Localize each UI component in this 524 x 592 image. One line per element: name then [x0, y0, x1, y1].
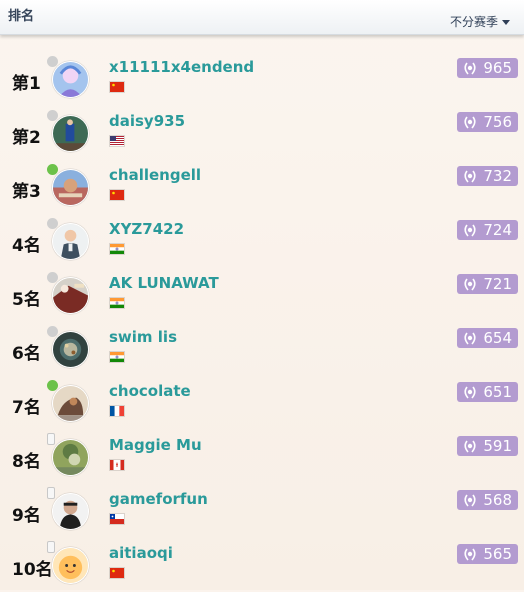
- rank-label: 第1: [12, 74, 41, 94]
- score-value: 732: [483, 167, 512, 185]
- player-name[interactable]: XYZ7422: [109, 220, 184, 238]
- score-value: 654: [483, 329, 512, 347]
- season-dropdown-label: 不分赛季: [449, 15, 498, 29]
- leaderboard-row: 9名 gameforfun 568: [0, 484, 524, 538]
- rank-label: 第3: [12, 182, 41, 202]
- france-flag-icon: [109, 405, 125, 417]
- offline-status-indicator: [47, 326, 58, 337]
- laurel-wreath-icon: [464, 170, 476, 183]
- player-name[interactable]: x11111x4endend: [109, 58, 254, 76]
- player-name[interactable]: aitiaoqi: [109, 544, 173, 562]
- player-name[interactable]: daisy935: [109, 112, 185, 130]
- avatar[interactable]: [52, 169, 89, 206]
- chevron-down-icon: [502, 19, 510, 25]
- leaderboard-row: 7名 chocolate 651: [0, 376, 524, 430]
- leaderboard-row: 第1 x11111x4endend 965: [0, 52, 524, 106]
- score-badge: 724: [457, 220, 518, 240]
- score-value: 591: [483, 437, 512, 455]
- leaderboard-row: 4名 XYZ7422 724: [0, 214, 524, 268]
- leaderboard-row: 5名 AK LUNAWAT 721: [0, 268, 524, 322]
- chile-flag-icon: [109, 513, 125, 525]
- rank-label: 5名: [12, 290, 41, 310]
- score-value: 568: [483, 491, 512, 509]
- laurel-wreath-icon: [464, 332, 476, 345]
- laurel-wreath-icon: [464, 278, 476, 291]
- online-status-indicator: [47, 164, 58, 175]
- score-badge: 756: [457, 112, 518, 132]
- score-value: 651: [483, 383, 512, 401]
- avatar[interactable]: [52, 493, 89, 530]
- laurel-wreath-icon: [464, 386, 476, 399]
- rank-label: 10名: [12, 560, 53, 580]
- score-badge: 965: [457, 58, 518, 78]
- offline-status-indicator: [47, 272, 58, 283]
- laurel-wreath-icon: [464, 224, 476, 237]
- mobile-status-icon: [47, 487, 55, 499]
- china-flag-icon: [109, 567, 125, 579]
- score-value: 565: [483, 545, 512, 563]
- rank-label: 9名: [12, 506, 41, 526]
- rank-label: 7名: [12, 398, 41, 418]
- avatar[interactable]: [52, 439, 89, 476]
- rank-label: 8名: [12, 452, 41, 472]
- score-value: 965: [483, 59, 512, 77]
- player-name[interactable]: Maggie Mu: [109, 436, 202, 454]
- laurel-wreath-icon: [464, 62, 476, 75]
- score-value: 756: [483, 113, 512, 131]
- score-badge: 654: [457, 328, 518, 348]
- score-badge: 721: [457, 274, 518, 294]
- rank-label: 6名: [12, 344, 41, 364]
- china-flag-icon: [109, 189, 125, 201]
- usa-flag-icon: [109, 135, 125, 147]
- offline-status-indicator: [47, 56, 58, 67]
- laurel-wreath-icon: [464, 116, 476, 129]
- leaderboard-row: 第3 challengell 732: [0, 160, 524, 214]
- offline-status-indicator: [47, 218, 58, 229]
- score-badge: 651: [457, 382, 518, 402]
- leaderboard-row: 10名 aitiaoqi 565: [0, 538, 524, 592]
- player-name[interactable]: AK LUNAWAT: [109, 274, 219, 292]
- score-badge: 732: [457, 166, 518, 186]
- leaderboard-header: 排名 不分赛季: [0, 0, 524, 35]
- laurel-wreath-icon: [464, 548, 476, 561]
- mobile-status-icon: [47, 433, 55, 445]
- avatar[interactable]: [52, 331, 89, 368]
- leaderboard-row: 第2 daisy935 756: [0, 106, 524, 160]
- player-name[interactable]: swim lis: [109, 328, 177, 346]
- india-flag-icon: [109, 297, 125, 309]
- leaderboard-row: 8名 Maggie Mu 591: [0, 430, 524, 484]
- avatar[interactable]: [52, 223, 89, 260]
- player-name[interactable]: challengell: [109, 166, 201, 184]
- leaderboard-list: 第1 x11111x4endend 965 第2 daisy935 756 第3…: [0, 52, 524, 592]
- season-dropdown[interactable]: 不分赛季: [450, 13, 510, 30]
- laurel-wreath-icon: [464, 494, 476, 507]
- avatar[interactable]: [52, 61, 89, 98]
- china-flag-icon: [109, 81, 125, 93]
- leaderboard-title: 排名: [8, 9, 35, 24]
- score-badge: 568: [457, 490, 518, 510]
- leaderboard-panel: 排名 不分赛季 第1 x11111x4endend 965 第2 daisy93…: [0, 0, 524, 590]
- score-badge: 565: [457, 544, 518, 564]
- canada-flag-icon: [109, 459, 125, 471]
- rank-label: 第2: [12, 128, 41, 148]
- india-flag-icon: [109, 351, 125, 363]
- player-name[interactable]: gameforfun: [109, 490, 208, 508]
- avatar[interactable]: [52, 547, 89, 584]
- rank-label: 4名: [12, 236, 41, 256]
- online-status-indicator: [47, 380, 58, 391]
- avatar[interactable]: [52, 115, 89, 152]
- avatar[interactable]: [52, 385, 89, 422]
- score-badge: 591: [457, 436, 518, 456]
- avatar[interactable]: [52, 277, 89, 314]
- score-value: 721: [483, 275, 512, 293]
- score-value: 724: [483, 221, 512, 239]
- offline-status-indicator: [47, 110, 58, 121]
- leaderboard-row: 6名 swim lis 654: [0, 322, 524, 376]
- india-flag-icon: [109, 243, 125, 255]
- mobile-status-icon: [47, 541, 55, 553]
- player-name[interactable]: chocolate: [109, 382, 191, 400]
- laurel-wreath-icon: [464, 440, 476, 453]
